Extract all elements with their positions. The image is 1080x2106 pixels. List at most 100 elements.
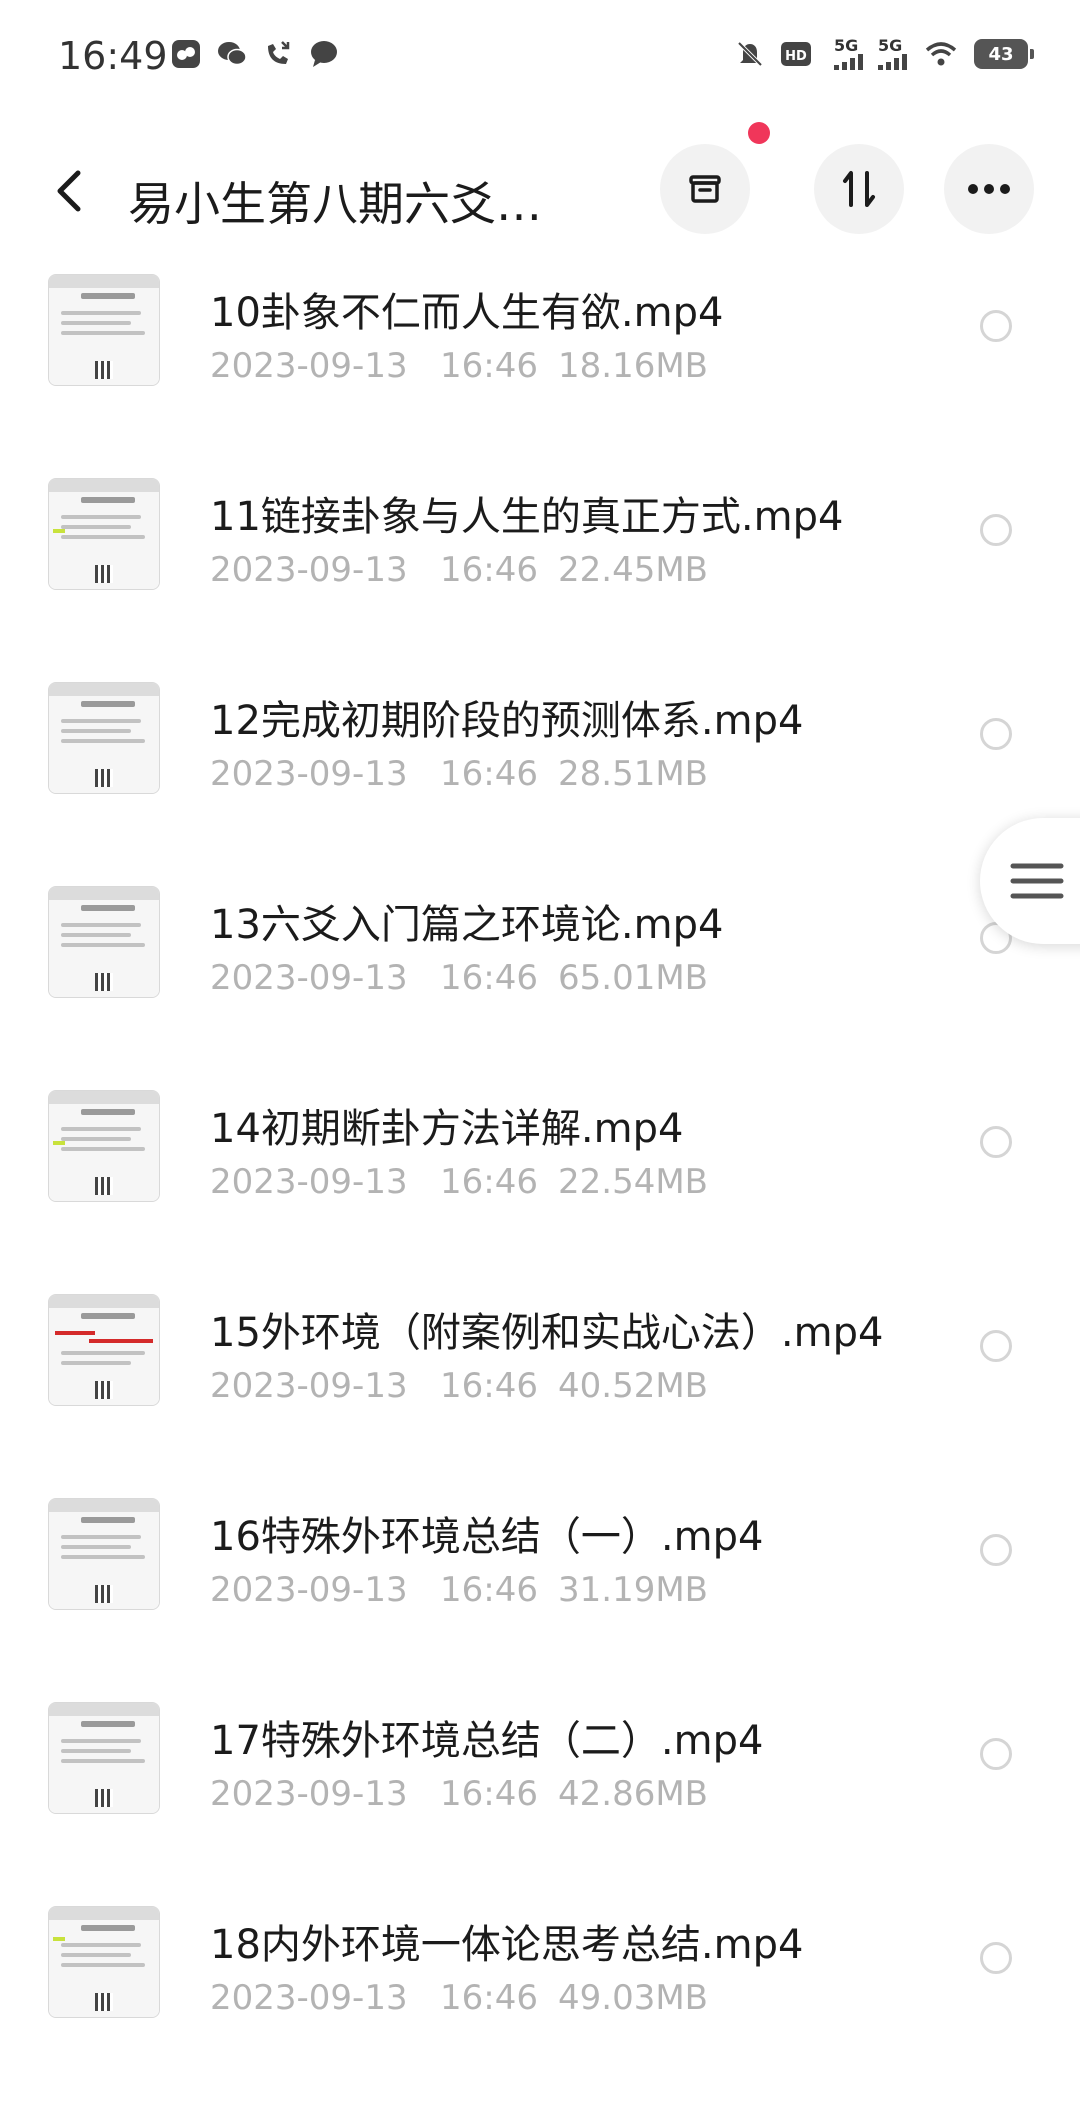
file-time: 16:46	[440, 958, 538, 998]
file-size: 31.19MB	[558, 1570, 708, 1610]
file-time: 16:46	[440, 550, 538, 590]
list-item[interactable]: 13六爻入门篇之环境论.mp4 2023-09-13 16:46 65.01MB	[0, 882, 1080, 1086]
status-bar: 16:49 HD 5G 5G 43	[0, 0, 1080, 116]
video-thumbnail	[48, 1090, 160, 1202]
video-thumbnail	[48, 886, 160, 998]
wechat-icon	[218, 42, 247, 66]
file-name: 10卦象不仁而人生有欲.mp4	[210, 290, 724, 336]
list-item[interactable]: 15外环境（附案例和实战心法）.mp4 2023-09-13 16:46 40.52…	[0, 1290, 1080, 1494]
notification-icons	[170, 38, 340, 70]
file-time: 16:46	[440, 346, 538, 386]
video-thumbnail	[48, 1498, 160, 1610]
message-icon	[311, 41, 337, 67]
sort-icon	[843, 171, 875, 207]
select-radio[interactable]	[980, 1534, 1012, 1566]
hd-icon: HD	[781, 42, 811, 66]
file-meta: 2023-09-13 16:46 28.51MB	[210, 754, 708, 794]
select-radio[interactable]	[980, 514, 1012, 546]
list-item[interactable]: 16特殊外环境总结（一）.mp4 2023-09-13 16:46 31.19MB	[0, 1494, 1080, 1698]
file-date: 2023-09-13	[210, 1366, 408, 1406]
file-time: 16:46	[440, 1978, 538, 2018]
top-app-bar: 易小生第八期六爻…	[0, 116, 1080, 266]
file-size: 40.52MB	[558, 1366, 708, 1406]
file-meta: 2023-09-13 16:46 22.45MB	[210, 550, 708, 590]
list-item[interactable]: 18内外环境一体论思考总结.mp4 2023-09-13 16:46 49.03MB	[0, 1902, 1080, 2106]
page-title: 易小生第八期六爻…	[128, 177, 542, 231]
battery-indicator: 43	[974, 39, 1034, 69]
file-meta: 2023-09-13 16:46 42.86MB	[210, 1774, 708, 1814]
video-thumbnail	[48, 478, 160, 590]
file-meta: 2023-09-13 16:46 31.19MB	[210, 1570, 708, 1610]
select-radio[interactable]	[980, 1738, 1012, 1770]
file-name: 17特殊外环境总结（二）.mp4	[210, 1718, 764, 1764]
sort-button[interactable]	[814, 144, 904, 234]
list-item[interactable]: 11链接卦象与人生的真正方式.mp4 2023-09-13 16:46 22.45M…	[0, 474, 1080, 678]
file-name: 16特殊外环境总结（一）.mp4	[210, 1514, 764, 1560]
file-date: 2023-09-13	[210, 958, 408, 998]
archive-button[interactable]	[660, 144, 750, 234]
back-button[interactable]	[40, 161, 100, 221]
file-date: 2023-09-13	[210, 1978, 408, 2018]
file-size: 22.45MB	[558, 550, 708, 590]
file-size: 42.86MB	[558, 1774, 708, 1814]
mute-bell-icon	[737, 41, 763, 67]
file-date: 2023-09-13	[210, 1774, 408, 1814]
signal-5g-2: 5G	[878, 38, 908, 70]
file-size: 18.16MB	[558, 346, 708, 386]
file-meta: 2023-09-13 16:46 18.16MB	[210, 346, 708, 386]
system-status-icons: HD 5G 5G 43	[734, 36, 1034, 70]
file-size: 28.51MB	[558, 754, 708, 794]
file-meta: 2023-09-13 16:46 40.52MB	[210, 1366, 708, 1406]
file-size: 22.54MB	[558, 1162, 708, 1202]
select-radio[interactable]	[980, 1330, 1012, 1362]
select-radio[interactable]	[980, 1942, 1012, 1974]
select-radio[interactable]	[980, 718, 1012, 750]
file-meta: 2023-09-13 16:46 22.54MB	[210, 1162, 708, 1202]
more-options-button[interactable]	[944, 144, 1034, 234]
list-item[interactable]: 17特殊外环境总结（二）.mp4 2023-09-13 16:46 42.86MB	[0, 1698, 1080, 1902]
file-time: 16:46	[440, 1774, 538, 1814]
svg-text:HD: HD	[785, 49, 807, 64]
file-name: 15外环境（附案例和实战心法）.mp4	[210, 1310, 884, 1356]
file-meta: 2023-09-13 16:46 65.01MB	[210, 958, 708, 998]
video-thumbnail	[48, 1294, 160, 1406]
archive-icon	[689, 175, 721, 203]
video-thumbnail	[48, 1906, 160, 2018]
cloud-app-icon	[172, 40, 200, 68]
file-time: 16:46	[440, 1162, 538, 1202]
list-item[interactable]: 12完成初期阶段的预测体系.mp4 2023-09-13 16:46 28.51MB	[0, 678, 1080, 882]
file-time: 16:46	[440, 1570, 538, 1610]
signal-5g-label: 5G	[834, 36, 859, 55]
signal-5g-label: 5G	[878, 36, 903, 55]
file-name: 18内外环境一体论思考总结.mp4	[210, 1922, 804, 1968]
video-thumbnail	[48, 682, 160, 794]
list-item[interactable]: 10卦象不仁而人生有欲.mp4 2023-09-13 16:46 18.16MB	[0, 270, 1080, 474]
file-name: 11链接卦象与人生的真正方式.mp4	[210, 494, 844, 540]
file-date: 2023-09-13	[210, 346, 408, 386]
file-date: 2023-09-13	[210, 550, 408, 590]
file-meta: 2023-09-13 16:46 49.03MB	[210, 1978, 708, 2018]
wifi-icon	[925, 42, 957, 66]
list-item[interactable]: 14初期断卦方法详解.mp4 2023-09-13 16:46 22.54MB	[0, 1086, 1080, 1290]
select-radio[interactable]	[980, 310, 1012, 342]
menu-icon	[1010, 863, 1064, 899]
file-time: 16:46	[440, 754, 538, 794]
file-time: 16:46	[440, 1366, 538, 1406]
missed-call-icon	[268, 41, 290, 64]
file-date: 2023-09-13	[210, 754, 408, 794]
video-thumbnail	[48, 274, 160, 386]
signal-bars-icon	[878, 54, 907, 70]
select-radio[interactable]	[980, 1126, 1012, 1158]
file-size: 65.01MB	[558, 958, 708, 998]
file-size: 49.03MB	[558, 1978, 708, 2018]
file-name: 12完成初期阶段的预测体系.mp4	[210, 698, 804, 744]
file-date: 2023-09-13	[210, 1162, 408, 1202]
more-icon	[968, 184, 1010, 194]
notification-dot	[748, 122, 770, 144]
file-name: 14初期断卦方法详解.mp4	[210, 1106, 684, 1152]
signal-bars-icon	[834, 54, 863, 70]
video-thumbnail	[48, 1702, 160, 1814]
file-name: 13六爻入门篇之环境论.mp4	[210, 902, 724, 948]
chevron-left-icon	[57, 170, 81, 212]
status-time: 16:49	[58, 34, 168, 78]
